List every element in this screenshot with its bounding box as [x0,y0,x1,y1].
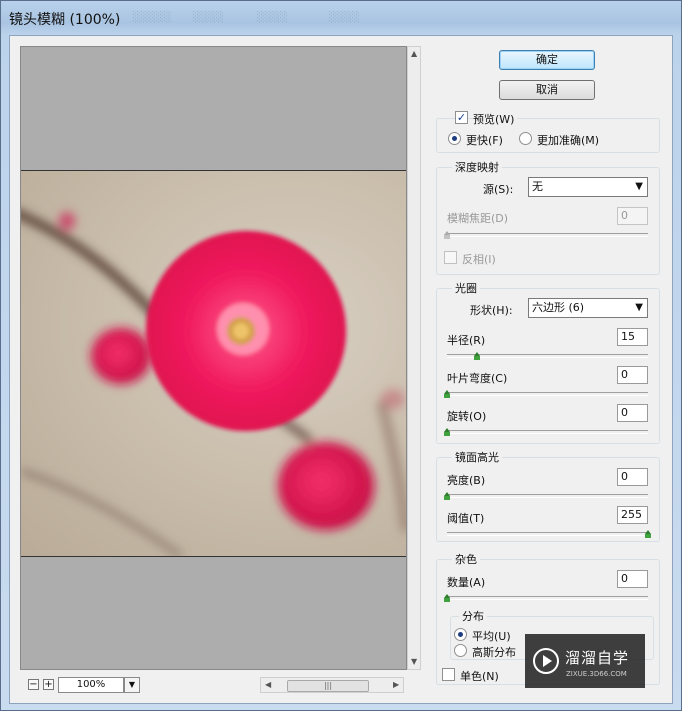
distribution-legend: 分布 [459,608,487,624]
radius-field[interactable]: 15 [617,328,648,346]
curvature-slider-thumb[interactable] [444,390,450,398]
zoom-level-field[interactable]: 100% [58,677,124,693]
rotation-field[interactable]: 0 [617,404,648,422]
cancel-button[interactable]: 取消 [499,80,595,100]
more-accurate-label: 更加准确(M) [537,134,600,147]
threshold-field[interactable]: 255 [617,506,648,524]
chevron-down-icon: ▼ [635,302,643,313]
preview-pane[interactable] [20,46,407,670]
shape-select-value: 六边形 (6) [532,301,585,314]
blur-focal-field[interactable]: 0 [617,207,648,225]
iris-legend: 光圈 [452,280,480,296]
radius-slider-thumb[interactable] [474,352,480,360]
brightness-slider-track[interactable] [444,492,648,500]
window-title: 镜头模糊 (100%) [9,12,121,28]
watermark-subtext: ZIXUE.3D66.COM [566,670,627,678]
gaussian-radio[interactable] [454,644,467,657]
zoom-in-button[interactable]: + [43,679,54,690]
brightness-slider-thumb[interactable] [444,492,450,500]
invert-label: 反相(I) [462,253,496,266]
brightness-field[interactable]: 0 [617,468,648,486]
dialog-window: 镜头模糊 (100%) ░░░░░ ░░░░ ░░░░ ░░░░ ▲ ▼ − +… [0,0,682,711]
curvature-field[interactable]: 0 [617,366,648,384]
more-accurate-radio[interactable] [519,132,532,145]
shape-label: 形状(H): [470,304,513,317]
preview-label: 预览(W) [473,111,518,127]
rotation-slider-thumb[interactable] [444,428,450,436]
scroll-thumb[interactable]: ||| [287,680,369,692]
zoom-dropdown-arrow-icon[interactable]: ▼ [124,677,140,693]
amount-field[interactable]: 0 [617,570,648,588]
curvature-label: 叶片弯度(C) [447,372,508,385]
scroll-left-arrow-icon[interactable]: ◀ [265,680,271,689]
blur-focal-label: 模糊焦距(D) [447,212,509,225]
curvature-slider-track[interactable] [444,390,648,398]
gaussian-label: 高斯分布 [472,646,516,659]
amount-slider-thumb[interactable] [444,594,450,602]
faster-label: 更快(F) [466,134,503,147]
watermark-overlay: 溜溜自学 ZIXUE.3D66.COM [525,634,645,688]
threshold-slider-track[interactable] [447,530,651,538]
radius-label: 半径(R) [447,334,486,347]
radius-slider-track[interactable] [447,352,648,360]
ok-button[interactable]: 确定 [499,50,595,70]
shape-select[interactable]: 六边形 (6) ▼ [528,298,648,318]
title-bar: 镜头模糊 (100%) ░░░░░ ░░░░ ░░░░ ░░░░ [1,1,682,35]
scroll-right-arrow-icon[interactable]: ▶ [393,680,399,689]
preview-horizontal-scrollbar[interactable]: ◀ ||| ▶ [260,677,404,693]
source-select-value: 无 [532,180,543,193]
scroll-up-arrow-icon[interactable]: ▲ [411,49,417,58]
watermark-text: 溜溜自学 [565,649,630,667]
scroll-down-arrow-icon[interactable]: ▼ [411,657,417,666]
uniform-radio[interactable] [454,628,467,641]
preview-checkbox[interactable]: ✓ [455,111,468,124]
zoom-out-button[interactable]: − [28,679,39,690]
blur-focal-slider-thumb[interactable] [444,231,450,239]
amount-label: 数量(A) [447,576,486,589]
blurred-flower-image [21,210,406,556]
threshold-slider-thumb[interactable] [645,530,651,538]
depth-map-legend: 深度映射 [452,159,502,175]
preview-statusbar: − + 100% ▼ ◀ ||| ▶ [20,677,404,695]
faster-radio[interactable] [448,132,461,145]
rotation-label: 旋转(O) [447,410,487,423]
blur-focal-slider-track[interactable] [444,231,648,239]
specular-highlights-legend: 镜面高光 [452,449,502,465]
background-menu-ghost: ░░░░ [257,12,288,23]
chevron-down-icon: ▼ [635,181,643,192]
amount-slider-track[interactable] [444,594,648,602]
play-logo-icon [533,648,559,674]
dialog-client: ▲ ▼ − + 100% ▼ ◀ ||| ▶ 确定 取消 ✓ 预览(W) 更快(… [9,35,673,704]
preview-image [21,170,406,557]
background-menu-ghost: ░░░░░ [133,12,172,23]
background-menu-ghost: ░░░░ [193,12,224,23]
rotation-slider-track[interactable] [444,428,648,436]
monochromatic-checkbox[interactable] [442,668,455,681]
threshold-label: 阈值(T) [447,512,485,525]
noise-legend: 杂色 [452,551,480,567]
preview-vertical-scrollbar[interactable]: ▲ ▼ [407,46,421,670]
brightness-label: 亮度(B) [447,474,486,487]
monochromatic-label: 单色(N) [460,670,499,683]
source-label: 源(S): [483,183,514,196]
background-menu-ghost: ░░░░ [329,12,360,23]
source-select[interactable]: 无 ▼ [528,177,648,197]
uniform-label: 平均(U) [472,630,511,643]
invert-checkbox[interactable] [444,251,457,264]
